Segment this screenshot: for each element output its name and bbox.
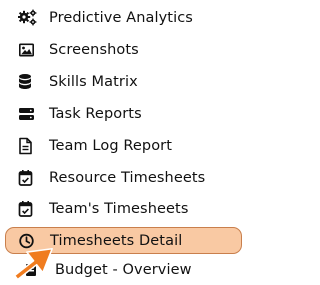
menu-item-label: Task Reports [49, 106, 142, 122]
menu-item-label: Budget - Overview [55, 262, 192, 278]
menu-item-resource-timesheets[interactable]: Resource Timesheets [18, 166, 205, 190]
menu-item-teams-timesheets[interactable]: Team's Timesheets [18, 197, 189, 221]
menu-item-label: Team's Timesheets [49, 201, 189, 217]
menu-item-task-reports[interactable]: Task Reports [18, 102, 142, 126]
menu-item-team-log-report[interactable]: Team Log Report [18, 134, 172, 158]
menu-item-screenshots[interactable]: Screenshots [18, 38, 139, 62]
menu-item-label: Team Log Report [49, 138, 173, 154]
gears-icon [18, 8, 40, 28]
menu-item-label: Resource Timesheets [49, 170, 206, 186]
menu-item-skills-matrix[interactable]: Skills Matrix [18, 70, 138, 94]
document-icon [18, 136, 40, 156]
menu-item-predictive-analytics[interactable]: Predictive Analytics [18, 6, 193, 30]
sidebar-menu: Predictive Analytics Screenshots Skills … [0, 0, 247, 285]
image-icon [18, 40, 40, 60]
menu-item-label: Skills Matrix [49, 74, 138, 90]
menu-item-label: Timesheets Detail [50, 232, 183, 249]
pointer-arrow-icon [13, 248, 53, 281]
database-icon [18, 72, 40, 92]
menu-item-label: Predictive Analytics [49, 10, 193, 26]
server-icon [18, 104, 40, 124]
calendar-check-icon [18, 199, 40, 219]
menu-item-label: Screenshots [49, 42, 139, 58]
calendar-check-icon [18, 168, 40, 188]
